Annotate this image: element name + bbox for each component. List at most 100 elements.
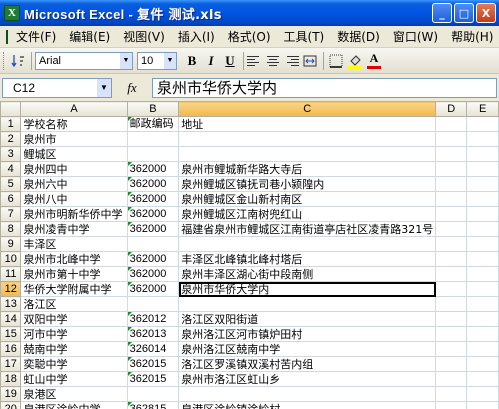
column-header-c[interactable]: C — [178, 101, 437, 117]
cell-a[interactable]: 泉州八中 — [20, 191, 128, 207]
cell-c[interactable]: 泉州鲤城区金山新村南区 — [178, 191, 437, 207]
close-button[interactable]: X — [476, 3, 496, 23]
cell-a[interactable]: 丰泽区 — [20, 236, 128, 252]
formula-input[interactable]: 泉州市华侨大学内 — [152, 77, 497, 98]
cell-c[interactable]: 泉州鲤城区江南树兜红山 — [178, 206, 437, 222]
cell-a[interactable]: 学校名称 — [20, 116, 128, 132]
row-header[interactable]: 6 — [0, 191, 22, 207]
row-header[interactable]: 5 — [0, 176, 22, 192]
cell-d[interactable] — [435, 296, 468, 312]
cell-b[interactable] — [126, 236, 180, 252]
cell-a[interactable]: 兢南中学 — [20, 341, 128, 357]
toolbar-grip[interactable] — [3, 51, 6, 70]
row-header[interactable]: 15 — [0, 326, 22, 342]
cell-b[interactable]: 326014 — [126, 341, 180, 357]
excel-app-icon[interactable]: X — [4, 5, 20, 21]
cell-a[interactable]: 河市中学 — [20, 326, 128, 342]
bold-button[interactable]: B — [183, 52, 201, 70]
menu-file[interactable]: 文件(F) — [16, 28, 56, 45]
cell-d[interactable] — [435, 116, 468, 132]
cell-c[interactable]: 丰泽区北峰镇北峰村塔后 — [178, 251, 437, 267]
row-header[interactable]: 7 — [0, 206, 22, 222]
cell-c[interactable] — [178, 236, 437, 252]
cell-c[interactable]: 泉州市洛江区虹山乡 — [178, 371, 437, 387]
cell-d[interactable] — [435, 131, 468, 147]
menu-window[interactable]: 窗口(W) — [393, 28, 438, 45]
row-header[interactable]: 10 — [0, 251, 22, 267]
font-size-select[interactable]: 10 ▼ — [137, 51, 177, 70]
column-header-a[interactable]: A — [20, 101, 128, 117]
cell-e[interactable] — [466, 341, 499, 357]
cell-e[interactable] — [466, 371, 499, 387]
row-header[interactable]: 4 — [0, 161, 22, 177]
cell-a[interactable]: 奕聪中学 — [20, 356, 128, 372]
cell-c[interactable]: 泉州鲤城区镇抚司巷小颍隍内 — [178, 176, 437, 192]
row-header[interactable]: 11 — [0, 266, 22, 282]
select-all-corner[interactable] — [0, 101, 22, 117]
merge-center-icon[interactable] — [301, 52, 319, 70]
cell-c[interactable]: 洛江区罗溪镇双溪村苦内组 — [178, 356, 437, 372]
cell-d[interactable] — [435, 266, 468, 282]
cell-c[interactable]: 泉州市鲤城新华路大寺后 — [178, 161, 437, 177]
cell-d[interactable] — [435, 221, 468, 237]
row-header[interactable]: 3 — [0, 146, 22, 162]
cell-c[interactable]: 福建省泉州市鲤城区江南街道亭店社区凌青路321号 — [178, 221, 437, 237]
cell-a[interactable]: 泉州凌青中学 — [20, 221, 128, 237]
cell-e[interactable] — [466, 161, 499, 177]
name-box[interactable]: C12 ▼ — [2, 77, 112, 98]
cell-e[interactable] — [466, 326, 499, 342]
row-header[interactable]: 14 — [0, 311, 22, 327]
cell-e[interactable] — [466, 281, 499, 297]
cell-d[interactable] — [435, 311, 468, 327]
cell-a[interactable]: 泉州市北峰中学 — [20, 251, 128, 267]
cell-b[interactable]: 362015 — [126, 356, 180, 372]
cell-b[interactable]: 362000 — [126, 221, 180, 237]
menu-help[interactable]: 帮助(H) — [451, 28, 493, 45]
cell-c[interactable]: 泉州市华侨大学内 — [178, 281, 437, 297]
cell-e[interactable] — [466, 356, 499, 372]
column-header-e[interactable]: E — [466, 101, 499, 117]
cell-c[interactable]: 泉港区涂岭镇涂岭村 — [178, 401, 437, 409]
cell-e[interactable] — [466, 251, 499, 267]
sort-icon[interactable] — [9, 52, 27, 70]
cell-d[interactable] — [435, 236, 468, 252]
maximize-button[interactable]: □ — [454, 3, 474, 23]
cell-e[interactable] — [466, 206, 499, 222]
cell-b[interactable]: 362000 — [126, 281, 180, 297]
cell-c[interactable] — [178, 131, 437, 147]
row-header[interactable]: 18 — [0, 371, 22, 387]
cell-d[interactable] — [435, 176, 468, 192]
cell-a[interactable]: 鲤城区 — [20, 146, 128, 162]
cell-a[interactable]: 泉州市 — [20, 131, 128, 147]
cell-d[interactable] — [435, 281, 468, 297]
cell-e[interactable] — [466, 146, 499, 162]
cell-a[interactable]: 双阳中学 — [20, 311, 128, 327]
cell-a[interactable]: 泉港区 — [20, 386, 128, 402]
cell-a[interactable]: 洛江区 — [20, 296, 128, 312]
cell-d[interactable] — [435, 251, 468, 267]
cell-a[interactable]: 泉州市第十中学 — [20, 266, 128, 282]
cell-b[interactable] — [126, 386, 180, 402]
row-header[interactable]: 9 — [0, 236, 22, 252]
menu-view[interactable]: 视图(V) — [123, 28, 165, 45]
cell-a[interactable]: 泉州六中 — [20, 176, 128, 192]
cell-c[interactable] — [178, 386, 437, 402]
row-header[interactable]: 19 — [0, 386, 22, 402]
font-name-select[interactable]: Arial ▼ — [35, 51, 133, 70]
cell-d[interactable] — [435, 341, 468, 357]
cell-b[interactable]: 362000 — [126, 266, 180, 282]
cell-e[interactable] — [466, 221, 499, 237]
cell-e[interactable] — [466, 236, 499, 252]
cell-d[interactable] — [435, 206, 468, 222]
cell-e[interactable] — [466, 176, 499, 192]
row-header[interactable]: 20 — [0, 401, 22, 409]
cell-b[interactable]: 362000 — [126, 161, 180, 177]
underline-button[interactable]: U — [221, 52, 239, 70]
cell-d[interactable] — [435, 161, 468, 177]
cell-b[interactable]: 362000 — [126, 206, 180, 222]
cell-d[interactable] — [435, 146, 468, 162]
cell-a[interactable]: 虹山中学 — [20, 371, 128, 387]
cell-b[interactable]: 362015 — [126, 371, 180, 387]
cell-b[interactable] — [126, 131, 180, 147]
menu-insert[interactable]: 插入(I) — [178, 28, 215, 45]
